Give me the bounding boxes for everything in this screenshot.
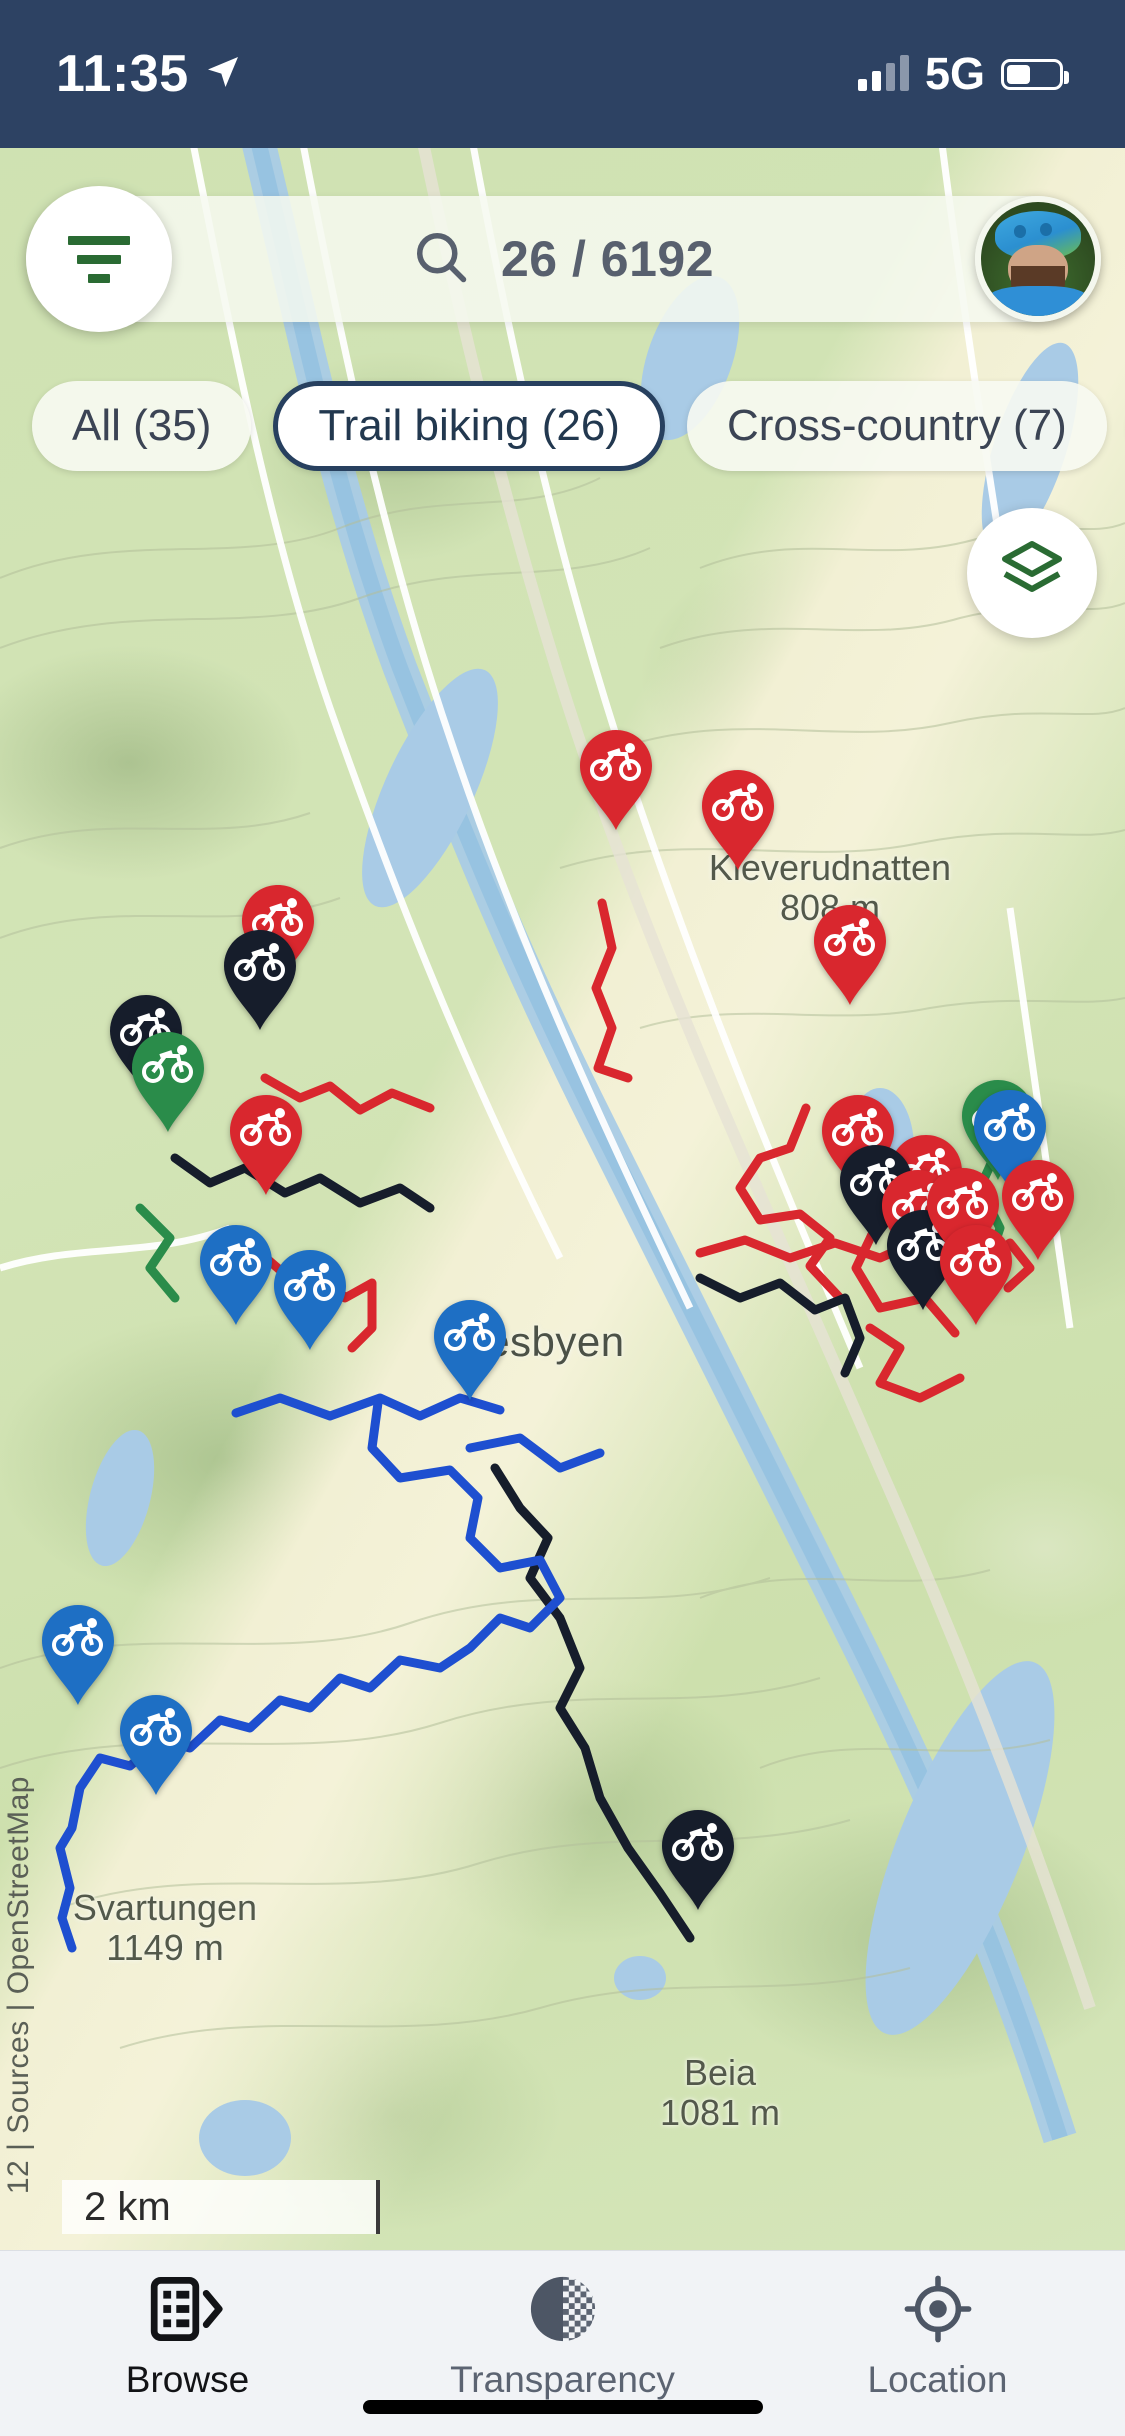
map-attribution: 12 | Sources | OpenStreetMap: [2, 1775, 35, 2194]
location-arrow-icon: [203, 52, 243, 97]
tab-label: Browse: [125, 2359, 250, 2400]
search-bar-content: 26 / 6192: [411, 227, 714, 292]
chip-all[interactable]: All (35): [32, 381, 252, 471]
layers-icon: [996, 535, 1068, 612]
map-pin-trail-blue[interactable]: [432, 1298, 508, 1402]
map-layers-button[interactable]: [967, 508, 1097, 638]
filter-button[interactable]: [26, 186, 172, 332]
map-pin-trail-green[interactable]: [130, 1030, 206, 1134]
chip-label: Trail biking (26): [318, 401, 620, 450]
map-pin-trail-red[interactable]: [1000, 1158, 1076, 1262]
network-type-label: 5G: [924, 48, 985, 99]
tab-location[interactable]: Location: [752, 2273, 1123, 2401]
chip-label: Cross-country (7): [726, 401, 1067, 450]
avatar-shirt: [987, 286, 1089, 316]
chip-label: All (35): [72, 401, 212, 450]
search-bar[interactable]: 26 / 6192: [26, 196, 1099, 322]
map-pin-trail-red[interactable]: [812, 903, 888, 1007]
map-scale-label: 2 km: [84, 2184, 171, 2229]
map-pin-trail-blue[interactable]: [118, 1693, 194, 1797]
map-pin-trail-black[interactable]: [660, 1808, 736, 1912]
status-time: 11:35: [56, 45, 189, 103]
transparency-icon: [528, 2273, 598, 2345]
map-pin-trail-blue[interactable]: [272, 1248, 348, 1352]
search-input[interactable]: 26 / 6192: [501, 230, 714, 288]
crosshair-location-icon: [903, 2273, 973, 2345]
map-pin-trail-black[interactable]: [222, 928, 298, 1032]
chip-trail-biking[interactable]: Trail biking (26): [273, 381, 665, 471]
chip-cross-country[interactable]: Cross-country (7): [686, 381, 1107, 471]
status-bar: 11:35 5G: [0, 0, 1125, 148]
app-root: Kleverudnatten 808 m Nesbyen Beia 1081 m…: [0, 0, 1125, 2436]
map-pin-trail-red[interactable]: [228, 1093, 304, 1197]
map-pin-trail-red[interactable]: [700, 768, 776, 872]
status-bar-right: 5G: [857, 48, 1069, 100]
filter-icon: [68, 235, 130, 283]
map-pin-trail-red[interactable]: [578, 728, 654, 832]
search-icon: [411, 227, 471, 292]
tab-label: Transparency: [450, 2359, 675, 2400]
user-avatar[interactable]: [975, 196, 1101, 322]
map-scale-bar: 2 km: [62, 2180, 380, 2234]
browse-list-icon: [149, 2273, 227, 2345]
home-indicator[interactable]: [362, 2400, 763, 2414]
battery-icon: [1001, 58, 1069, 90]
map-pin-trail-blue[interactable]: [40, 1603, 116, 1707]
cellular-signal-icon: [857, 55, 909, 91]
map-pin-trail-blue[interactable]: [198, 1223, 274, 1327]
tab-browse[interactable]: Browse: [2, 2273, 373, 2401]
status-bar-left: 11:35: [56, 44, 243, 104]
tab-transparency[interactable]: Transparency: [377, 2273, 748, 2401]
category-filter-chips[interactable]: All (35) Trail biking (26) Cross-country…: [0, 370, 1125, 482]
tab-label: Location: [867, 2359, 1008, 2400]
